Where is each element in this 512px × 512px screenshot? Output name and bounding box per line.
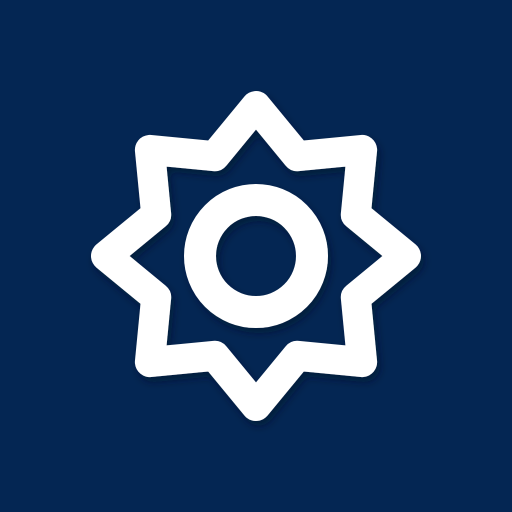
star-gear-icon: [0, 0, 512, 512]
icon-background: [0, 0, 512, 512]
app-icon: [0, 0, 512, 512]
